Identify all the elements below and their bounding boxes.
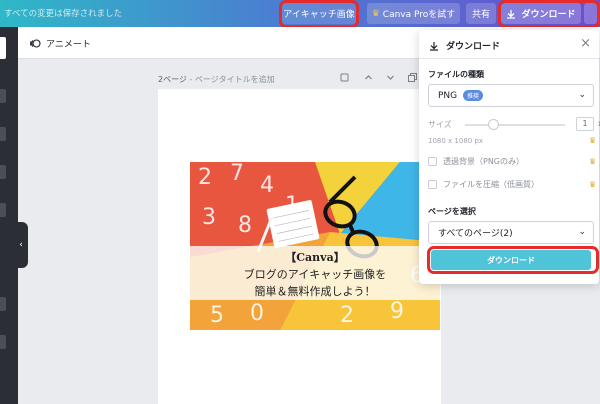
eyecatch-button[interactable]: アイキャッチ画像 (282, 3, 356, 24)
crown-icon: ♛ (589, 180, 597, 189)
collapse-panel-button[interactable]: ‹ (14, 222, 28, 268)
panel-header: ダウンロード (429, 39, 500, 52)
page-number: 2ページ (158, 75, 187, 84)
crown-icon: ♛ (589, 157, 597, 166)
chevron-left-icon: ‹ (19, 240, 23, 250)
try-canva-pro-button[interactable]: ♛ Canva Proを試す (367, 3, 460, 24)
download-icon (430, 41, 438, 51)
svg-text:9: 9 (390, 299, 404, 324)
svg-text:0: 0 (250, 301, 264, 326)
svg-text:3: 3 (202, 205, 216, 230)
svg-text:2: 2 (340, 303, 354, 328)
try-canva-pro-label: Canva Proを試す (382, 10, 456, 20)
size-label: サイズ (428, 120, 452, 129)
panel-divider (419, 58, 599, 59)
panel-title: ダウンロード (446, 42, 501, 52)
note-icon[interactable] (340, 73, 349, 85)
transparent-background-option[interactable]: 透過背景（PNGのみ） (428, 156, 524, 167)
sidebar-item[interactable] (0, 165, 6, 179)
animate-icon (30, 39, 41, 48)
svg-text:5: 5 (210, 303, 224, 328)
recommended-badge: 推奨 (463, 90, 484, 101)
saved-status: すべての変更は保存されました (4, 9, 123, 19)
transparent-label: 透過背景（PNGのみ） (443, 157, 525, 166)
svg-text:7: 7 (230, 162, 244, 186)
eyecatch-image[interactable]: 274 381 596 203 【Canva】 ブログのアイキャッチ画像を 簡単… (190, 162, 440, 330)
more-button[interactable] (584, 3, 598, 24)
sidebar-item[interactable] (0, 89, 6, 103)
download-label: ダウンロード (521, 10, 576, 20)
sidebar-item-selected[interactable] (0, 37, 6, 59)
file-type-select[interactable]: PNG 推奨 ⌄ (428, 84, 594, 107)
crown-icon: ♛ (589, 136, 597, 145)
move-down-icon[interactable] (386, 73, 395, 85)
eyecatch-title-line3: 簡単＆無料作成しよう！ (254, 285, 376, 298)
size-slider-handle[interactable] (488, 119, 499, 130)
eyecatch-title-line2: ブログのアイキャッチ画像を (243, 268, 387, 281)
download-icon (507, 9, 516, 19)
select-pages-label: ページを選択 (428, 207, 476, 216)
pages-select[interactable]: すべてのページ(2) ⌄ (428, 221, 594, 244)
compress-checkbox[interactable] (428, 180, 437, 189)
crown-icon: ♛ (371, 8, 380, 19)
svg-text:2: 2 (198, 165, 212, 190)
size-row: サイズ 1 x (428, 117, 600, 132)
close-icon[interactable]: × (580, 36, 591, 51)
page-title-area[interactable]: 2ページ - ページタイトルを追加 (158, 74, 275, 85)
dimensions-text: 1080 x 1080 px (428, 137, 484, 145)
sidebar-item[interactable] (0, 203, 6, 217)
compress-file-option[interactable]: ファイルを圧縮（低画質） (428, 179, 539, 190)
page-title-placeholder[interactable]: - ページタイトルを追加 (187, 75, 274, 84)
size-slider[interactable] (465, 124, 565, 126)
chevron-down-icon: ⌄ (578, 90, 586, 100)
chevron-down-icon: ⌄ (578, 227, 586, 237)
compress-label: ファイルを圧縮（低画質） (443, 180, 539, 189)
move-up-icon[interactable] (364, 73, 373, 85)
eyecatch-title-line1: 【Canva】 (285, 251, 345, 264)
svg-text:4: 4 (260, 173, 274, 198)
share-button[interactable]: 共有 (466, 3, 496, 24)
duplicate-page-icon[interactable] (408, 73, 417, 85)
left-sidebar (0, 27, 18, 404)
sidebar-item[interactable] (0, 127, 6, 141)
sidebar-item[interactable] (0, 297, 6, 311)
top-bar: すべての変更は保存されました アイキャッチ画像 ♛ Canva Proを試す 共… (0, 0, 600, 27)
file-type-label: ファイルの種類 (428, 70, 484, 79)
file-type-value: PNG (438, 90, 458, 101)
animate-button[interactable]: アニメート (30, 37, 91, 50)
svg-text:8: 8 (238, 213, 252, 238)
download-panel: ダウンロード × ファイルの種類 PNG 推奨 ⌄ サイズ 1 x 1080 x… (419, 30, 600, 284)
panel-download-button[interactable]: ダウンロード (431, 250, 591, 270)
pages-value: すべてのページ(2) (438, 229, 513, 239)
sidebar-item[interactable] (0, 335, 6, 349)
animate-label: アニメート (46, 40, 91, 50)
size-input[interactable]: 1 (576, 117, 594, 131)
download-button[interactable]: ダウンロード (501, 3, 581, 24)
transparent-checkbox[interactable] (428, 157, 437, 166)
